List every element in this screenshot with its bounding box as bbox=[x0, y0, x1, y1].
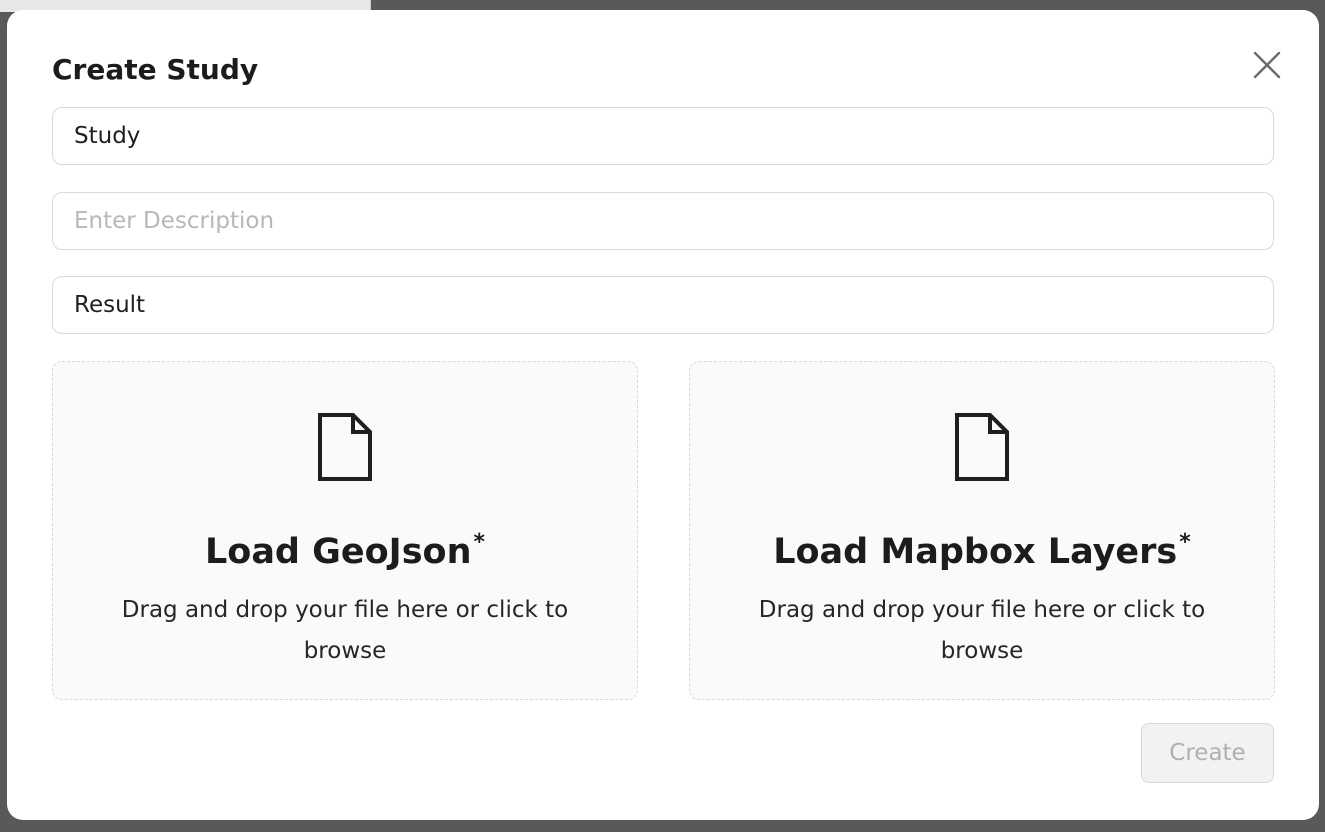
geojson-title-text: Load GeoJson bbox=[204, 532, 472, 572]
file-icon bbox=[317, 412, 373, 482]
create-button[interactable]: Create bbox=[1141, 723, 1274, 783]
create-study-modal: Create Study Load GeoJson* Drag and drop… bbox=[7, 10, 1319, 820]
geojson-instructions: Drag and drop your file here or click to… bbox=[121, 597, 569, 664]
close-button[interactable] bbox=[1247, 45, 1287, 85]
description-input[interactable] bbox=[52, 192, 1274, 250]
mapbox-layers-title: Load Mapbox Layers* bbox=[690, 520, 1274, 575]
modal-title: Create Study bbox=[52, 53, 259, 86]
study-name-input[interactable] bbox=[52, 107, 1274, 165]
required-marker: * bbox=[473, 530, 486, 555]
mapbox-layers-instructions: Drag and drop your file here or click to… bbox=[758, 597, 1206, 664]
mapbox-layers-dropzone[interactable]: Load Mapbox Layers* Drag and drop your f… bbox=[689, 361, 1275, 700]
mapbox-layers-title-text: Load Mapbox Layers bbox=[773, 532, 1178, 572]
geojson-dropzone[interactable]: Load GeoJson* Drag and drop your file he… bbox=[52, 361, 638, 700]
required-marker: * bbox=[1179, 530, 1191, 555]
close-icon bbox=[1253, 51, 1281, 79]
result-input[interactable] bbox=[52, 276, 1274, 334]
file-icon bbox=[954, 412, 1010, 482]
geojson-title: Load GeoJson* bbox=[53, 520, 637, 575]
